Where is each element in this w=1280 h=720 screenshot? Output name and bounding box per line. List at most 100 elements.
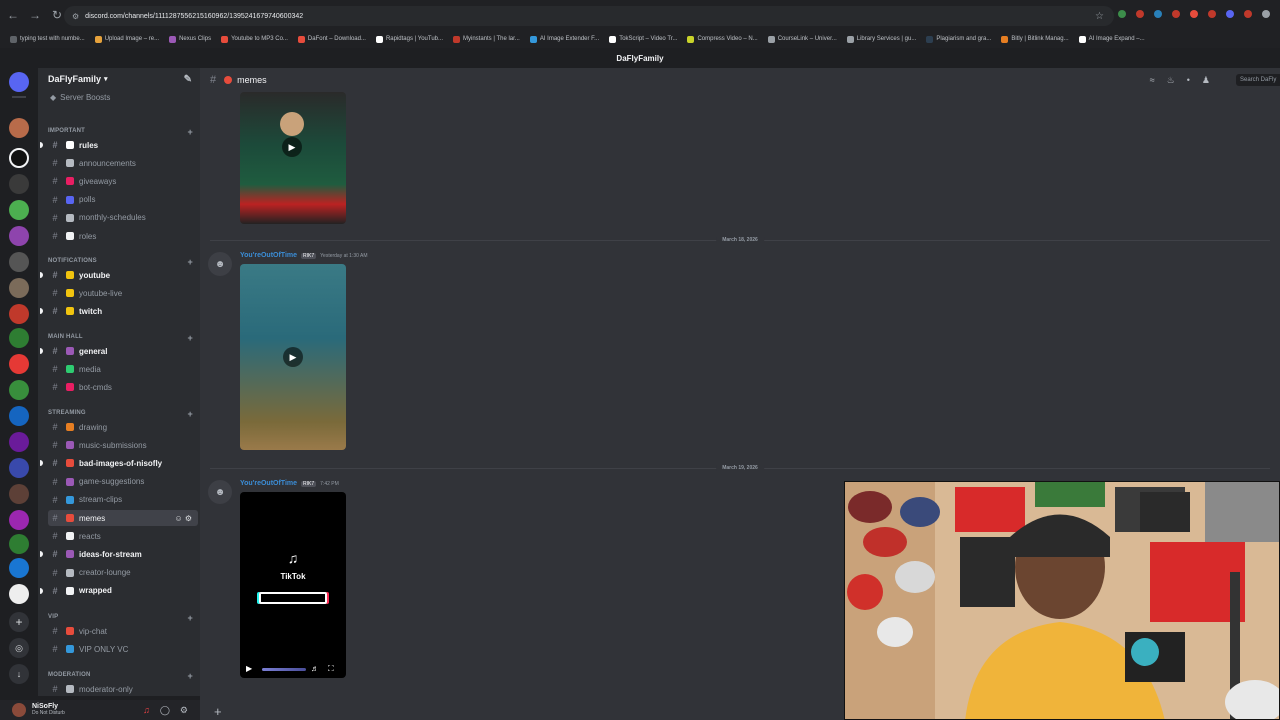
sidebar-item-channel[interactable]: # drawing (48, 419, 198, 435)
server-avatar[interactable] (9, 406, 29, 426)
bookmark-item[interactable]: AI Image Extender F... (529, 35, 599, 43)
create-channel-icon[interactable]: + (188, 613, 193, 623)
create-channel-icon[interactable]: + (188, 409, 193, 419)
video-attachment[interactable]: ▶ (240, 92, 346, 224)
extension-icon[interactable] (1244, 10, 1252, 18)
add-server-icon[interactable]: + (9, 612, 29, 632)
extension-icon[interactable] (1136, 10, 1144, 18)
bookmark-item[interactable]: typing test with numbe... (10, 35, 85, 43)
sidebar-item-channel[interactable]: # roles (48, 228, 198, 244)
server-avatar[interactable] (9, 118, 29, 138)
add-attachment-icon[interactable]: + (214, 704, 222, 719)
bookmark-item[interactable]: Plagiarism and gra... (926, 35, 991, 43)
search-input[interactable]: Search DaFly (1236, 74, 1280, 86)
sidebar-item-channel[interactable]: # reacts (48, 528, 198, 544)
invite-people-icon[interactable]: ✎ (184, 74, 192, 85)
create-channel-icon[interactable]: + (188, 127, 193, 137)
category-header[interactable]: NOTIFICATIONS + (48, 257, 193, 267)
bookmark-item[interactable]: Bitly | Bitlink Manag... (1001, 35, 1069, 43)
create-channel-icon[interactable]: + (188, 333, 193, 343)
server-avatar[interactable] (9, 148, 29, 168)
sidebar-item-channel[interactable]: # game-suggestions (48, 474, 198, 490)
extension-icon[interactable] (1208, 10, 1216, 18)
settings-gear-icon[interactable]: ⚙ (180, 705, 188, 716)
sidebar-item-channel[interactable]: # youtube-live (48, 285, 198, 301)
sidebar-item-channel[interactable]: # youtube (40, 267, 198, 283)
extension-icon[interactable] (1226, 10, 1234, 18)
bookmark-item[interactable]: AI Image Expand –... (1078, 35, 1145, 43)
message-author[interactable]: You'reOutOfTime (240, 252, 297, 259)
site-info-icon[interactable]: ⚙ (72, 12, 79, 21)
sidebar-item-channel[interactable]: # wrapped (40, 583, 198, 599)
server-avatar[interactable] (9, 558, 29, 578)
extension-icon[interactable] (1154, 10, 1162, 18)
extension-icon[interactable] (1118, 10, 1126, 18)
download-icon[interactable]: ↓ (9, 664, 29, 684)
category-header[interactable]: MODERATION + (48, 671, 193, 681)
server-avatar[interactable] (9, 328, 29, 348)
server-boosts[interactable]: ◆ Server Boosts (38, 90, 200, 104)
sidebar-item-channel[interactable]: # memes ☺ ⚙ (48, 510, 198, 526)
channel-settings-icon[interactable]: ☺ ⚙ (174, 514, 192, 523)
extension-icon[interactable] (1190, 10, 1198, 18)
play-icon[interactable]: ▶ (283, 347, 303, 367)
server-avatar[interactable] (9, 432, 29, 452)
video-attachment[interactable]: ▶ (240, 264, 346, 450)
back-icon[interactable]: ← (4, 6, 22, 24)
create-channel-icon[interactable]: + (188, 671, 193, 681)
category-header[interactable]: IMPORTANT + (48, 127, 193, 137)
user-avatar[interactable] (12, 703, 26, 717)
server-avatar[interactable] (9, 510, 29, 530)
avatar[interactable]: ☻ (208, 252, 232, 276)
sidebar-item-channel[interactable]: # bad-images-of-nisofly (40, 455, 198, 471)
fullscreen-icon[interactable]: ⛶ (328, 664, 334, 674)
bookmark-item[interactable]: Compress Video – N... (687, 35, 758, 43)
server-avatar[interactable] (9, 534, 29, 554)
sidebar-item-channel[interactable]: # polls (48, 192, 198, 208)
avatar[interactable]: ☻ (208, 480, 232, 504)
server-avatar[interactable] (9, 584, 29, 604)
sidebar-item-channel[interactable]: # twitch (40, 303, 198, 319)
mute-icon[interactable]: ♫ (143, 705, 150, 716)
sidebar-item-channel[interactable]: # bot-cmds (48, 379, 198, 395)
sidebar-item-channel[interactable]: # general (40, 343, 198, 359)
members-icon[interactable]: ♟ (1202, 75, 1210, 86)
server-avatar[interactable] (9, 354, 29, 374)
sidebar-item-channel[interactable]: # media (48, 361, 198, 377)
bookmark-star-icon[interactable]: ☆ (1095, 11, 1104, 22)
server-avatar[interactable] (9, 200, 29, 220)
sidebar-item-channel[interactable]: # announcements (48, 155, 198, 171)
server-avatar[interactable] (9, 174, 29, 194)
server-avatar[interactable] (9, 304, 29, 324)
bookmark-item[interactable]: DaFont – Download... (297, 35, 366, 43)
sidebar-item-channel[interactable]: # stream-clips (48, 492, 198, 508)
play-icon[interactable]: ▶ (246, 664, 252, 673)
server-avatar[interactable] (9, 278, 29, 298)
threads-icon[interactable]: ≈ (1150, 75, 1155, 86)
category-header[interactable]: VIP + (48, 613, 193, 623)
sidebar-item-channel[interactable]: # ideas-for-stream (40, 546, 198, 562)
sidebar-item-channel[interactable]: # vip-chat (48, 623, 198, 639)
bell-icon[interactable]: ♨ (1167, 75, 1175, 86)
sidebar-item-channel[interactable]: # monthly-schedules (48, 210, 198, 226)
headphones-icon[interactable]: ◯ (160, 705, 170, 716)
extension-icon[interactable] (1172, 10, 1180, 18)
sidebar-item-channel[interactable]: # moderator-only (48, 681, 198, 696)
sidebar-item-channel[interactable]: # rules (40, 137, 198, 153)
bookmark-item[interactable]: TokScript – Video Tr... (609, 35, 677, 43)
bookmark-item[interactable]: CourseLink – Univer... (767, 35, 837, 43)
bookmark-item[interactable]: Upload Image – re... (94, 35, 159, 43)
bookmark-item[interactable]: Myinstants | The lar... (453, 35, 520, 43)
category-header[interactable]: STREAMING + (48, 409, 193, 419)
bookmark-item[interactable]: Library Services | gu... (846, 35, 916, 43)
discord-home-icon[interactable] (9, 72, 29, 92)
bookmark-item[interactable]: Rapidtags | YouTub... (375, 35, 443, 43)
volume-icon[interactable]: ♬ (311, 664, 319, 673)
server-avatar[interactable] (9, 226, 29, 246)
message-author[interactable]: You'reOutOfTime (240, 480, 297, 487)
video-progress-bar[interactable] (262, 668, 306, 671)
sidebar-item-channel[interactable]: # music-submissions (48, 437, 198, 453)
forward-icon[interactable]: → (26, 6, 44, 24)
bookmark-item[interactable]: Youtube to MP3 Co... (221, 35, 288, 43)
address-bar[interactable]: ⚙ discord.com/channels/11112875562151609… (64, 6, 1114, 26)
